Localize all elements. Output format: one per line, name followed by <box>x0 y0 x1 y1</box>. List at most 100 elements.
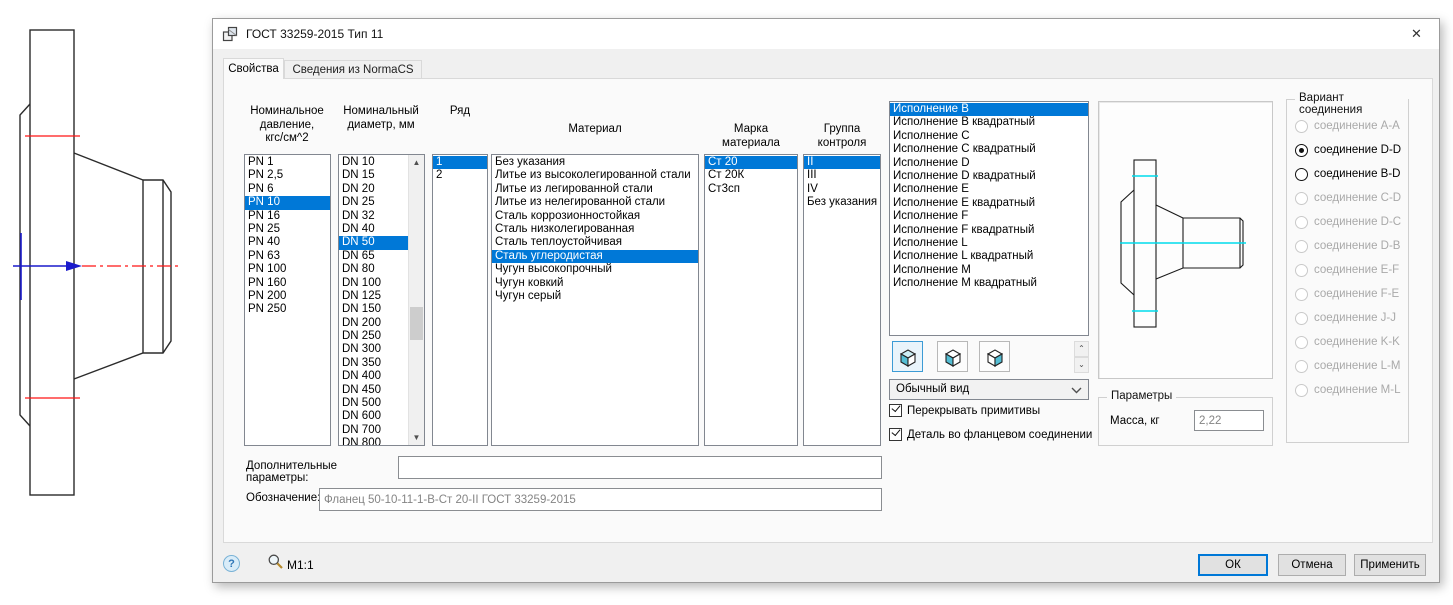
grade-list[interactable]: Ст 20Ст 20КСт3сп <box>704 154 798 446</box>
scroll-up-icon[interactable]: ▲ <box>409 155 424 170</box>
material-option[interactable]: Литье из нелегированной стали <box>492 196 698 209</box>
pressure-option[interactable]: PN 40 <box>245 236 330 249</box>
cube-front-view-icon[interactable] <box>892 341 923 372</box>
control-list[interactable]: IIIIIIVБез указания <box>803 154 881 446</box>
row-option[interactable]: 1 <box>433 156 487 169</box>
checkbox-check-icon[interactable] <box>889 404 902 417</box>
cancel-button[interactable]: Отмена <box>1278 554 1346 576</box>
execution-option[interactable]: Исполнение E <box>890 183 1088 196</box>
flange-joint-checkbox[interactable]: Деталь во фланцевом соединении <box>889 428 1092 441</box>
connection-radio[interactable]: соединение D-D <box>1287 138 1408 162</box>
ok-button[interactable]: ОК <box>1198 554 1268 576</box>
pressure-option[interactable]: PN 200 <box>245 290 330 303</box>
diameter-option[interactable]: DN 250 <box>339 330 409 343</box>
apply-button[interactable]: Применить <box>1354 554 1426 576</box>
material-list[interactable]: Без указанияЛитье из высоколегированной … <box>491 154 699 446</box>
connection-radio[interactable]: соединение B-D <box>1287 162 1408 186</box>
diameter-option[interactable]: DN 125 <box>339 290 409 303</box>
material-option[interactable]: Чугун серый <box>492 290 698 303</box>
close-icon[interactable]: ✕ <box>1394 19 1439 49</box>
pressure-option[interactable]: PN 1 <box>245 156 330 169</box>
radio-icon[interactable] <box>1295 144 1308 157</box>
diameter-list[interactable]: ▲ ▼ DN 10DN 15DN 20DN 25DN 32DN 40DN 50D… <box>338 154 425 446</box>
diameter-option[interactable]: DN 65 <box>339 250 409 263</box>
diameter-option[interactable]: DN 450 <box>339 384 409 397</box>
execution-option[interactable]: Исполнение M <box>890 264 1088 277</box>
diameter-option[interactable]: DN 150 <box>339 303 409 316</box>
material-option[interactable]: Чугун высокопрочный <box>492 263 698 276</box>
execution-option[interactable]: Исполнение M квадратный <box>890 277 1088 290</box>
tab-properties[interactable]: Свойства <box>223 58 284 79</box>
pressure-option[interactable]: PN 25 <box>245 223 330 236</box>
radio-icon[interactable] <box>1295 168 1308 181</box>
diameter-option[interactable]: DN 200 <box>339 317 409 330</box>
extra-params-input[interactable] <box>398 456 882 479</box>
control-option[interactable]: II <box>804 156 880 169</box>
execution-list[interactable]: Исполнение BИсполнение B квадратныйИспол… <box>889 101 1089 336</box>
execution-option[interactable]: Исполнение C квадратный <box>890 143 1088 156</box>
execution-option[interactable]: Исполнение B <box>890 103 1088 116</box>
control-option[interactable]: IV <box>804 183 880 196</box>
cube-right-view-icon[interactable] <box>979 341 1010 372</box>
diameter-option[interactable]: DN 10 <box>339 156 409 169</box>
control-option[interactable]: III <box>804 169 880 182</box>
diameter-option[interactable]: DN 400 <box>339 370 409 383</box>
pressure-option[interactable]: PN 2,5 <box>245 169 330 182</box>
diameter-option[interactable]: DN 25 <box>339 196 409 209</box>
material-option[interactable]: Сталь углеродистая <box>492 250 698 263</box>
pressure-option[interactable]: PN 100 <box>245 263 330 276</box>
row-list[interactable]: 12 <box>432 154 488 446</box>
grade-option[interactable]: Ст 20К <box>705 169 797 182</box>
diameter-option[interactable]: DN 20 <box>339 183 409 196</box>
execution-option[interactable]: Исполнение F <box>890 210 1088 223</box>
material-option[interactable]: Сталь теплоустойчивая <box>492 236 698 249</box>
material-option[interactable]: Литье из высоколегированной стали <box>492 169 698 182</box>
zoom-scale-icon[interactable] <box>267 553 284 570</box>
pressure-option[interactable]: PN 6 <box>245 183 330 196</box>
material-option[interactable]: Без указания <box>492 156 698 169</box>
diameter-option[interactable]: DN 800 <box>339 437 409 446</box>
overlap-checkbox[interactable]: Перекрывать примитивы <box>889 404 1040 417</box>
material-option[interactable]: Литье из легированной стали <box>492 183 698 196</box>
material-option[interactable]: Сталь низколегированная <box>492 223 698 236</box>
row-option[interactable]: 2 <box>433 169 487 182</box>
material-option[interactable]: Чугун ковкий <box>492 277 698 290</box>
pressure-option[interactable]: PN 250 <box>245 303 330 316</box>
execution-option[interactable]: Исполнение D квадратный <box>890 170 1088 183</box>
diameter-option[interactable]: DN 350 <box>339 357 409 370</box>
mass-field[interactable] <box>1194 410 1264 431</box>
execution-option[interactable]: Исполнение L <box>890 237 1088 250</box>
diameter-option[interactable]: DN 40 <box>339 223 409 236</box>
diameter-option[interactable]: DN 300 <box>339 343 409 356</box>
grade-option[interactable]: Ст3сп <box>705 183 797 196</box>
diameter-option[interactable]: DN 100 <box>339 277 409 290</box>
diameter-option[interactable]: DN 600 <box>339 410 409 423</box>
pressure-option[interactable]: PN 63 <box>245 250 330 263</box>
diameter-scrollbar[interactable]: ▲ ▼ <box>408 155 424 445</box>
diameter-option[interactable]: DN 80 <box>339 263 409 276</box>
pressure-list[interactable]: PN 1PN 2,5PN 6PN 10PN 16PN 25PN 40PN 63P… <box>244 154 331 446</box>
pressure-option[interactable]: PN 16 <box>245 210 330 223</box>
pressure-option[interactable]: PN 160 <box>245 277 330 290</box>
scroll-up-icon[interactable]: ⌃ <box>1074 341 1089 357</box>
view-mode-select[interactable]: Обычный вид <box>889 379 1089 400</box>
material-option[interactable]: Сталь коррозионностойкая <box>492 210 698 223</box>
designation-input[interactable] <box>319 488 882 511</box>
grade-option[interactable]: Ст 20 <box>705 156 797 169</box>
scrollbar-thumb[interactable] <box>410 307 423 340</box>
tab-normacs[interactable]: Сведения из NormaCS <box>284 60 422 79</box>
execution-option[interactable]: Исполнение B квадратный <box>890 116 1088 129</box>
checkbox-check-icon[interactable] <box>889 428 902 441</box>
execution-option[interactable]: Исполнение E квадратный <box>890 197 1088 210</box>
scroll-down-icon[interactable]: ⌄ <box>1074 357 1089 373</box>
scroll-down-icon[interactable]: ▼ <box>409 430 424 445</box>
pressure-option[interactable]: PN 10 <box>245 196 330 209</box>
execution-option[interactable]: Исполнение F квадратный <box>890 224 1088 237</box>
control-option[interactable]: Без указания <box>804 196 880 209</box>
diameter-option[interactable]: DN 15 <box>339 169 409 182</box>
execution-option[interactable]: Исполнение C <box>890 130 1088 143</box>
cube-left-view-icon[interactable] <box>937 341 968 372</box>
execution-option[interactable]: Исполнение L квадратный <box>890 250 1088 263</box>
views-scrollbar[interactable]: ⌃ ⌄ <box>1074 341 1089 373</box>
diameter-option[interactable]: DN 32 <box>339 210 409 223</box>
